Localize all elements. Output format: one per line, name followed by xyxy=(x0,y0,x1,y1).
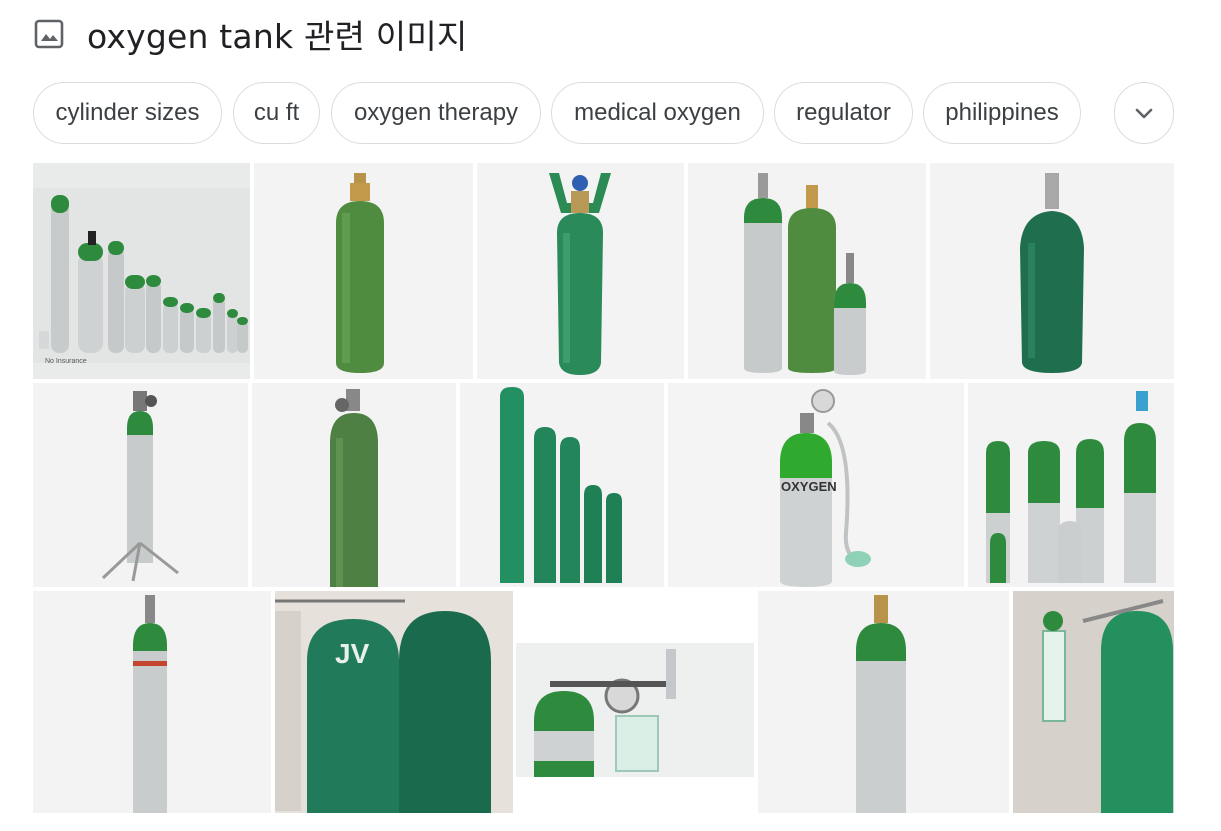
chip-label: cylinder sizes xyxy=(55,99,200,126)
image-result-3[interactable] xyxy=(477,163,684,379)
related-searches-chips: cylinder sizes cu ft oxygen therapy medi… xyxy=(33,82,1174,146)
image-caption: OXYGEN xyxy=(781,479,837,494)
chip-label: cu ft xyxy=(253,99,300,126)
image-result-9[interactable]: OXYGEN xyxy=(668,383,964,587)
image-icon xyxy=(33,18,65,50)
results-header: oxygen tank 관련 이미지 xyxy=(33,10,467,58)
chip-philippines[interactable]: philippines xyxy=(923,82,1081,144)
image-result-2[interactable] xyxy=(254,163,473,379)
image-result-4[interactable] xyxy=(688,163,926,379)
image-caption: JV xyxy=(335,638,370,669)
image-result-10[interactable] xyxy=(968,383,1174,587)
chip-label: philippines xyxy=(945,99,1059,126)
image-result-5[interactable] xyxy=(930,163,1174,379)
chip-cylinder-sizes[interactable]: cylinder sizes xyxy=(33,82,222,144)
image-caption: No Insurance xyxy=(45,358,87,365)
chip-regulator[interactable]: regulator xyxy=(774,82,913,144)
chip-oxygen-therapy[interactable]: oxygen therapy xyxy=(331,82,541,144)
image-result-7[interactable] xyxy=(252,383,456,587)
image-result-14[interactable] xyxy=(758,591,1009,813)
page-title: oxygen tank 관련 이미지 xyxy=(87,17,468,56)
image-result-15[interactable] xyxy=(1013,591,1174,813)
chip-medical-oxygen[interactable]: medical oxygen xyxy=(551,82,764,144)
chip-label: medical oxygen xyxy=(574,99,741,126)
image-result-11[interactable] xyxy=(33,591,271,813)
image-result-6[interactable] xyxy=(33,383,248,587)
image-result-13[interactable] xyxy=(516,591,754,813)
chip-cu-ft[interactable]: cu ft xyxy=(233,82,320,144)
chip-label: oxygen therapy xyxy=(353,99,519,126)
chevron-down-icon xyxy=(1135,108,1153,119)
image-result-8[interactable] xyxy=(460,383,664,587)
image-result-1[interactable]: No Insurance xyxy=(33,163,250,379)
more-chips-button[interactable] xyxy=(1114,82,1174,144)
image-result-12[interactable]: JV xyxy=(275,591,513,813)
chip-label: regulator xyxy=(796,99,891,126)
